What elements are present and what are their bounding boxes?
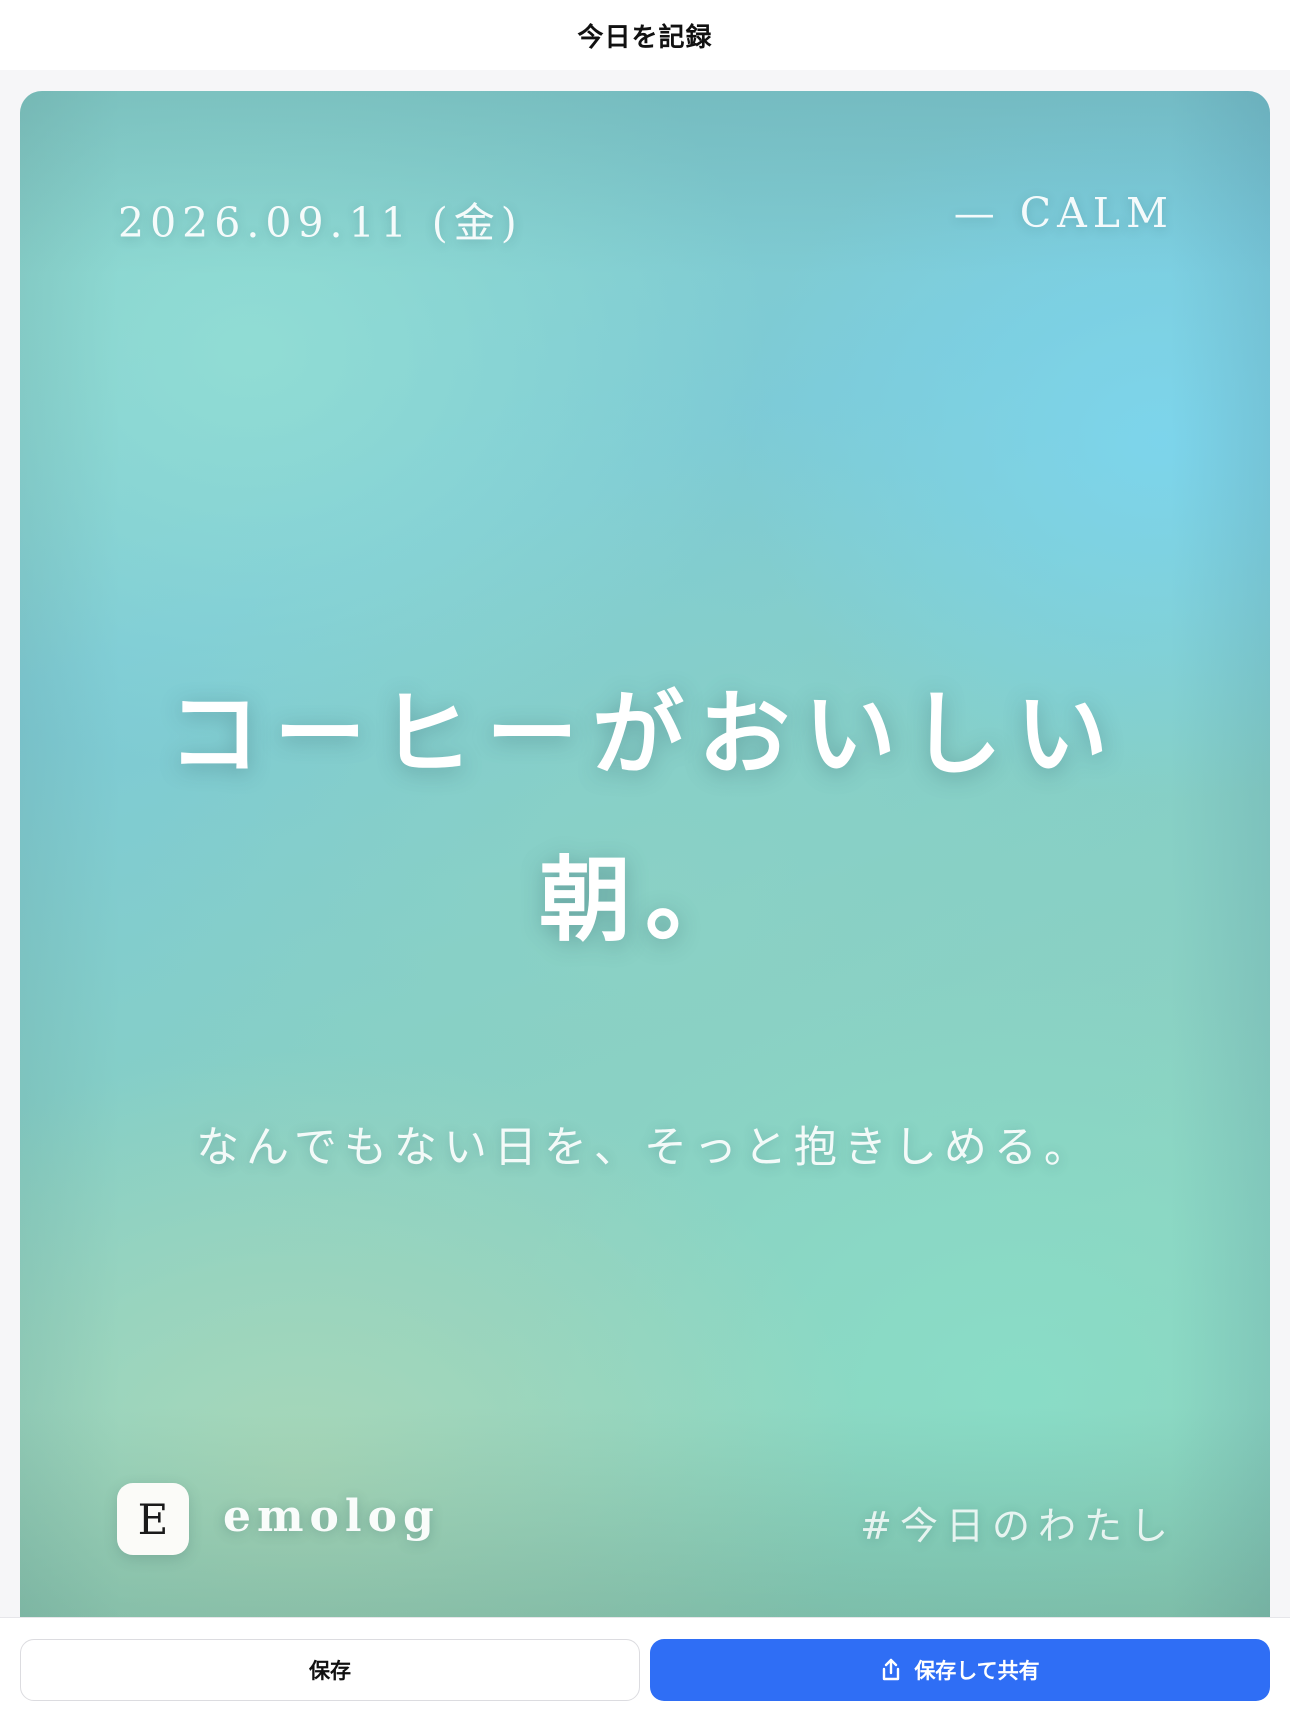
action-bar: 保存 保存して共有 [0, 1617, 1290, 1722]
top-bar: 今日を記録 [0, 0, 1290, 70]
share-button-label: 保存して共有 [914, 1659, 1040, 1683]
headline-line-1: コーヒーがおいしい [167, 680, 1122, 788]
brand-logo-letter: E [137, 1494, 169, 1544]
card-hashtag: #今日のわたし [860, 1504, 1176, 1548]
save-button-label: 保存 [309, 1659, 351, 1683]
brand-logo-icon: E [117, 1483, 189, 1555]
headline-line-2: 朝。 [538, 846, 751, 954]
card-headline: コーヒーがおいしい 朝。 [20, 651, 1270, 983]
card-date: 2026.09.11 (金) [118, 199, 523, 247]
brand-name: emolog [223, 1491, 440, 1542]
save-and-share-button[interactable]: 保存して共有 [650, 1639, 1270, 1701]
mood-label: — CALM [953, 189, 1174, 237]
share-icon [880, 1658, 902, 1682]
card-subtitle: なんでもない日を、そっと抱きしめる。 [196, 1123, 1094, 1173]
save-button[interactable]: 保存 [20, 1639, 640, 1701]
diary-card-preview: 2026.09.11 (金) — CALM コーヒーがおいしい 朝。 なんでもな… [20, 91, 1270, 1621]
page-title: 今日を記録 [577, 22, 713, 53]
